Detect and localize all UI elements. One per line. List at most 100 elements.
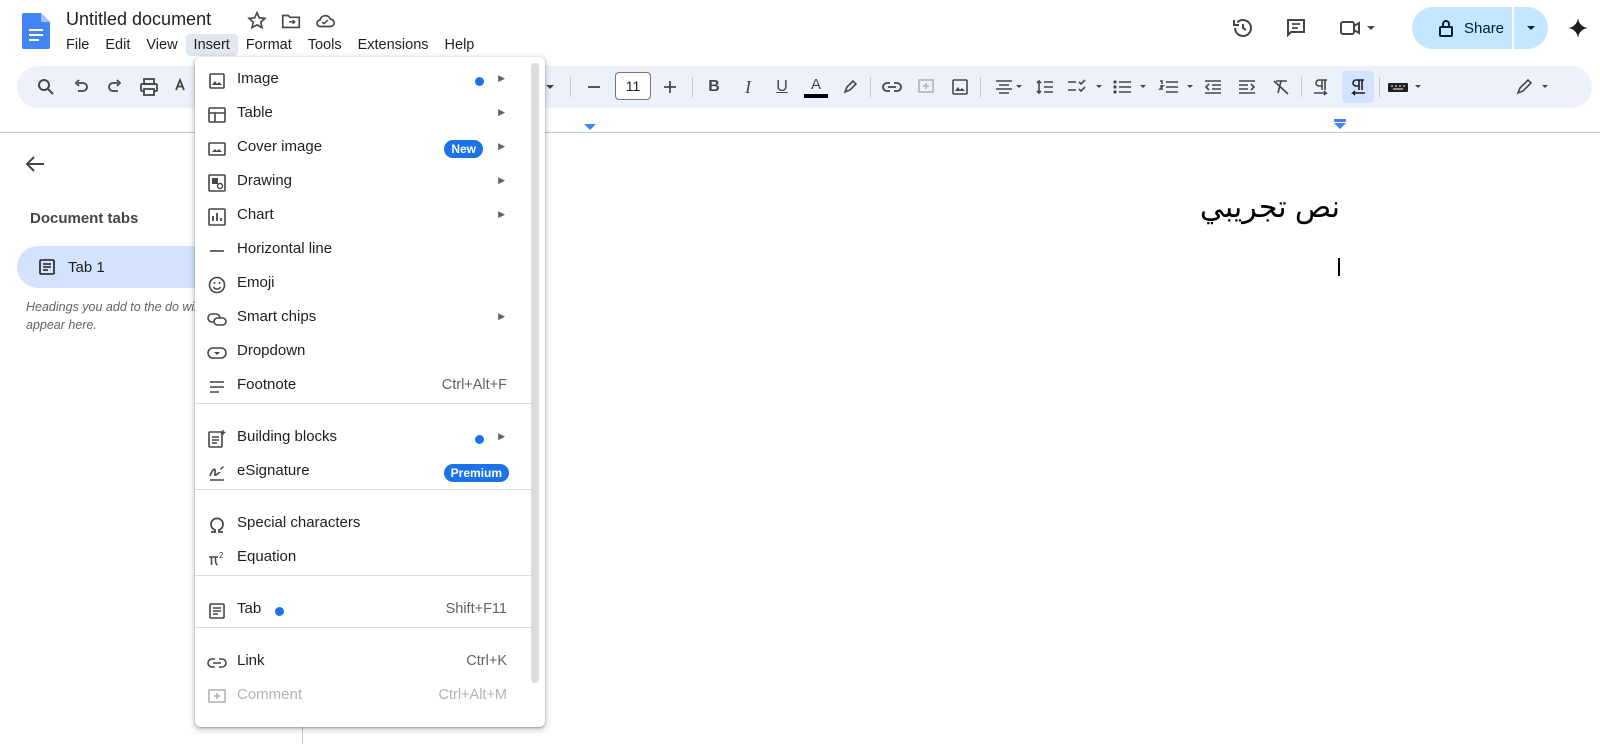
insert-menu-item-table[interactable]: Table ▶ [195, 97, 531, 131]
rtl-pilcrow-icon [1351, 79, 1365, 96]
left-indent-marker-icon[interactable] [583, 123, 597, 131]
add-comment-button[interactable] [913, 74, 939, 100]
highlight-color-button[interactable] [837, 74, 863, 100]
minus-icon [588, 86, 600, 88]
increase-font-size-button[interactable] [657, 74, 683, 100]
insert-menu-item-special-characters[interactable]: Special characters [195, 507, 531, 541]
insert-menu-dropdown: Image ▶ Table ▶ Cover image ▶ New Drawing ▶ Chart… [195, 57, 545, 727]
sidebar-tab-label: Tab 1 [68, 259, 105, 276]
link-icon [207, 658, 227, 668]
menu-tools[interactable]: Tools [300, 34, 350, 56]
print-button[interactable] [136, 74, 162, 100]
insert-menu-item-esignature[interactable]: eSignature Premium [195, 455, 531, 489]
menu-item-label: Dropdown [237, 342, 306, 359]
redo-button[interactable] [102, 74, 128, 100]
menu-format[interactable]: Format [238, 34, 300, 56]
share-dropdown-button[interactable] [1514, 7, 1548, 49]
insert-menu-item-chart[interactable]: Chart ▶ [195, 199, 531, 233]
link-icon [882, 82, 902, 92]
toolbar-divider [1301, 77, 1302, 97]
search-menus-button[interactable] [33, 74, 59, 100]
align-button[interactable] [989, 74, 1029, 100]
insert-image-button[interactable] [947, 74, 973, 100]
ltr-button[interactable] [1308, 74, 1334, 100]
star-icon[interactable] [246, 10, 268, 32]
comment-icon [1287, 19, 1305, 38]
menu-view[interactable]: View [138, 34, 185, 56]
checklist-icon [1068, 79, 1102, 93]
menu-bar: File Edit View Insert Format Tools Exten… [58, 34, 482, 56]
underline-icon: U [776, 78, 788, 95]
menu-scrollbar[interactable] [531, 63, 539, 683]
undo-button[interactable] [68, 74, 94, 100]
insert-menu-item-smart-chips[interactable]: Smart chips ▶ [195, 301, 531, 335]
font-size-input[interactable]: 11 [615, 72, 651, 100]
document-tabs-heading: Document tabs [30, 210, 139, 227]
move-folder-icon[interactable] [280, 10, 302, 32]
back-arrow-icon[interactable] [22, 150, 50, 178]
insert-menu-item-dropdown[interactable]: Dropdown [195, 335, 531, 369]
line-spacing-button[interactable] [1032, 74, 1058, 100]
menu-item-label: Link [237, 652, 265, 669]
insert-menu-item-comment: Comment Ctrl+Alt+M [195, 679, 531, 713]
bold-button[interactable]: B [701, 74, 727, 100]
cloud-saved-icon[interactable] [314, 10, 336, 32]
menu-help[interactable]: Help [437, 34, 483, 56]
right-indent-marker-icon[interactable] [1333, 119, 1347, 131]
version-history-button[interactable] [1225, 12, 1261, 44]
svg-text:2: 2 [219, 551, 224, 560]
rtl-button[interactable] [1342, 71, 1374, 103]
insert-menu-item-link[interactable]: Link Ctrl+K [195, 645, 531, 679]
clear-formatting-button[interactable] [1268, 74, 1294, 100]
decrease-font-size-button[interactable] [581, 74, 607, 100]
menu-separator [195, 627, 531, 628]
docs-logo-icon[interactable] [22, 13, 50, 49]
redo-icon [108, 79, 122, 92]
menu-extensions[interactable]: Extensions [350, 34, 437, 56]
comments-button[interactable] [1278, 12, 1314, 44]
input-tools-button[interactable] [1385, 74, 1429, 100]
increase-indent-button[interactable] [1234, 74, 1260, 100]
meet-button[interactable] [1332, 12, 1382, 44]
document-body-text[interactable]: نص تجريبي [1160, 190, 1340, 225]
numbered-list-button[interactable] [1156, 74, 1200, 100]
insert-menu-item-drawing[interactable]: Drawing ▶ [195, 165, 531, 199]
dropdown-icon [207, 347, 227, 359]
italic-button[interactable]: I [735, 74, 761, 100]
insert-link-button[interactable] [879, 74, 905, 100]
clear-formatting-icon [1273, 80, 1289, 95]
insert-menu-item-image[interactable]: Image ▶ [195, 63, 531, 97]
lock-icon [1439, 20, 1453, 37]
share-button[interactable]: Share [1412, 7, 1512, 49]
spellcheck-button[interactable] [170, 74, 196, 100]
decrease-indent-button[interactable] [1200, 74, 1226, 100]
menu-item-shortcut: Ctrl+K [466, 653, 507, 669]
chevron-down-icon [546, 85, 554, 89]
menu-insert[interactable]: Insert [185, 34, 238, 56]
underline-button[interactable]: U [769, 74, 795, 100]
bulleted-list-button[interactable] [1110, 74, 1154, 100]
editing-mode-button[interactable] [1513, 74, 1557, 100]
insert-menu-item-horizontal-line[interactable]: Horizontal line [195, 233, 531, 267]
gemini-button[interactable] [1562, 12, 1594, 44]
comment-icon [208, 689, 226, 703]
submenu-arrow-icon: ▶ [498, 209, 505, 219]
insert-menu-item-building-blocks[interactable]: Building blocks ▶ [195, 421, 531, 455]
text-color-button[interactable]: A [803, 74, 829, 100]
menu-item-label: Comment [237, 686, 303, 703]
menu-file[interactable]: File [58, 34, 97, 56]
insert-menu-item-emoji[interactable]: Emoji [195, 267, 531, 301]
insert-menu-item-tab[interactable]: Tab Shift+F11 [195, 593, 531, 627]
smart-chips-icon [207, 313, 227, 326]
insert-menu-item-equation[interactable]: 2 Equation [195, 541, 531, 575]
menu-edit[interactable]: Edit [97, 34, 138, 56]
checklist-button[interactable] [1064, 74, 1108, 100]
new-feature-dot [475, 77, 484, 86]
menu-item-label: Tab [237, 600, 262, 617]
document-title[interactable]: Untitled document [66, 9, 211, 30]
insert-menu-item-footnote[interactable]: Footnote Ctrl+Alt+F [195, 369, 531, 403]
document-tab-icon [39, 259, 55, 275]
insert-menu-item-cover-image[interactable]: Cover image ▶ New [195, 131, 531, 165]
text-cursor [1338, 258, 1340, 276]
drawing-icon [208, 174, 226, 192]
